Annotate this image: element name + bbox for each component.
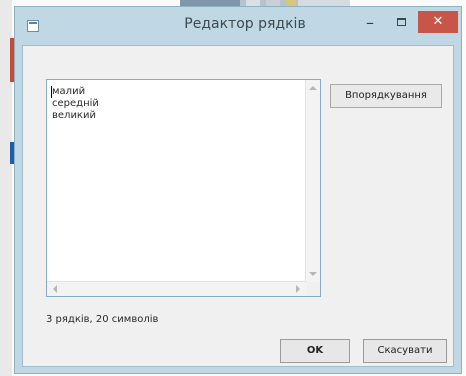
minimize-icon: – xyxy=(366,13,374,32)
scrollbar-corner xyxy=(306,282,320,296)
status-text: 3 рядків, 20 символів xyxy=(46,314,159,325)
sort-button[interactable]: Впорядкування xyxy=(330,84,442,108)
dialog-body: малий середній великий Впорядкування 3 р… xyxy=(22,45,454,367)
horizontal-scrollbar[interactable] xyxy=(47,281,306,296)
lines-text: малий середній великий xyxy=(52,86,99,122)
scroll-down-icon[interactable] xyxy=(309,272,317,276)
minimize-button[interactable]: – xyxy=(355,13,385,35)
vertical-scrollbar[interactable] xyxy=(305,80,320,282)
line-item: малий xyxy=(52,86,86,97)
title-bar[interactable]: Редактор рядків – ✕ xyxy=(15,7,461,45)
close-icon: ✕ xyxy=(432,14,444,29)
desktop-background: Редактор рядків – ✕ малий середній велик… xyxy=(0,0,466,376)
line-item: середній xyxy=(52,98,99,109)
line-item: великий xyxy=(52,110,96,121)
window-app-icon xyxy=(27,20,39,32)
window-title: Редактор рядків xyxy=(184,16,306,32)
string-editor-dialog: Редактор рядків – ✕ малий середній велик… xyxy=(14,6,462,374)
scroll-left-icon[interactable] xyxy=(53,285,57,293)
maximize-icon xyxy=(397,18,406,26)
ok-button[interactable]: OK xyxy=(280,339,350,363)
close-button[interactable]: ✕ xyxy=(418,11,458,33)
scroll-right-icon[interactable] xyxy=(296,285,300,293)
scroll-up-icon[interactable] xyxy=(309,86,317,90)
cancel-button[interactable]: Скасувати xyxy=(363,339,447,363)
lines-textarea[interactable]: малий середній великий xyxy=(46,79,321,297)
maximize-button[interactable] xyxy=(387,13,417,35)
